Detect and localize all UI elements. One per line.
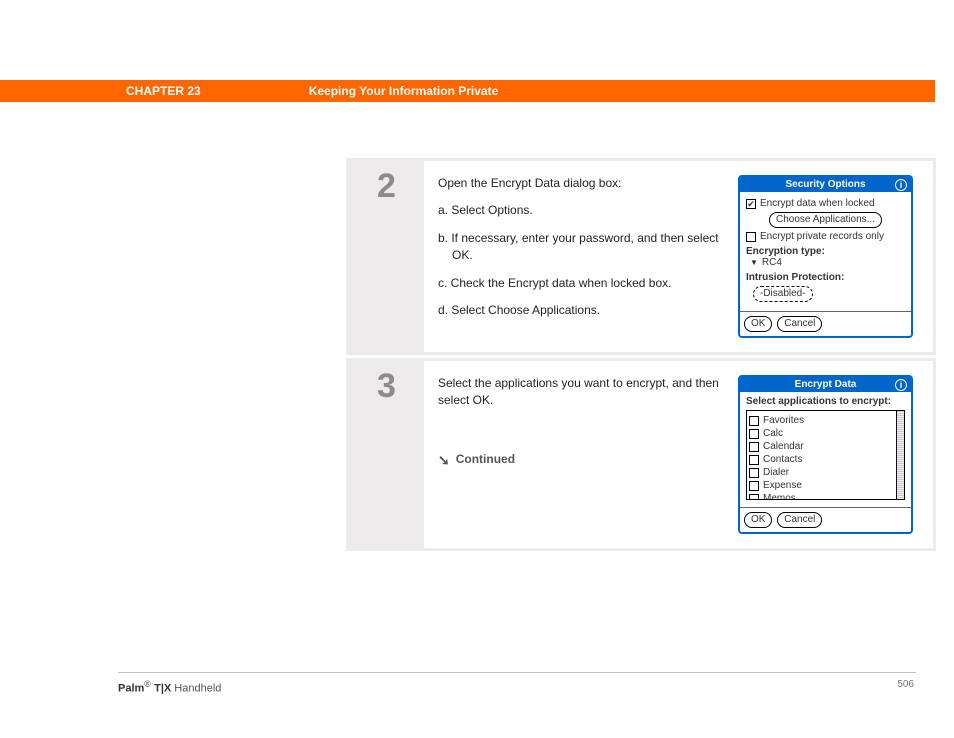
step-intro: Open the Encrypt Data dialog box: [438, 175, 724, 192]
intrusion-value[interactable]: -Disabled- [753, 286, 813, 302]
palm-dialog-security-options: Security Options i ✔ Encrypt data when l… [738, 175, 913, 338]
dialog-title: Security Options [785, 179, 865, 190]
chapter-header-bar: CHAPTER 23 Keeping Your Information Priv… [0, 80, 935, 102]
info-icon[interactable]: i [895, 379, 907, 391]
choose-applications-button[interactable]: Choose Applications... [769, 212, 882, 228]
application-list[interactable]: Favorites Calc Calendar Contacts Dialer … [746, 410, 905, 500]
app-name: Dialer [763, 467, 789, 478]
substep: a. Select Options. [438, 202, 724, 219]
encryption-type-label: Encryption type: [746, 246, 905, 257]
footer-rule [118, 672, 916, 673]
continued-indicator: ➘ Continued [438, 450, 724, 470]
step-body: Select the applications you want to encr… [424, 361, 933, 548]
chevron-down-icon: ▼ [750, 258, 758, 267]
app-name: Calc [763, 428, 783, 439]
cancel-button[interactable]: Cancel [777, 512, 822, 528]
continued-arrow-icon: ➘ [438, 450, 450, 470]
substep: c. Check the Encrypt data when locked bo… [438, 275, 724, 292]
step-intro: Select the applications you want to encr… [438, 375, 724, 410]
checkbox-label: Encrypt private records only [760, 231, 884, 242]
checkbox-private-only[interactable] [746, 232, 756, 242]
app-name: Favorites [763, 415, 804, 426]
info-icon[interactable]: i [895, 179, 907, 191]
app-checkbox[interactable] [749, 416, 759, 426]
app-name: Contacts [763, 454, 802, 465]
scrollbar[interactable] [896, 411, 904, 499]
step-number: 3 [349, 361, 424, 548]
step-3: 3 Select the applications you want to en… [346, 358, 936, 551]
page-number: 506 [897, 679, 914, 690]
select-apps-label: Select applications to encrypt: [746, 396, 905, 407]
app-checkbox[interactable] [749, 442, 759, 452]
ok-button[interactable]: OK [744, 316, 772, 332]
step-2: 2 Open the Encrypt Data dialog box: a. S… [346, 158, 936, 355]
ok-button[interactable]: OK [744, 512, 772, 528]
chapter-title: Keeping Your Information Private [309, 84, 499, 98]
app-name: Expense [763, 480, 802, 491]
checkbox-label: Encrypt data when locked [760, 198, 875, 209]
security-options-dialog-image: Security Options i ✔ Encrypt data when l… [738, 175, 913, 338]
step-text: Open the Encrypt Data dialog box: a. Sel… [438, 175, 724, 338]
app-checkbox[interactable] [749, 494, 759, 501]
dialog-titlebar: Encrypt Data i [740, 377, 911, 392]
app-name: Memos [763, 493, 796, 500]
app-checkbox[interactable] [749, 429, 759, 439]
cancel-button[interactable]: Cancel [777, 316, 822, 332]
app-name: Calendar [763, 441, 804, 452]
step-number: 2 [349, 161, 424, 352]
encryption-type-dropdown[interactable]: ▼ RC4 [750, 257, 782, 268]
app-checkbox[interactable] [749, 455, 759, 465]
checkbox-encrypt-locked[interactable]: ✔ [746, 199, 756, 209]
substep: b. If necessary, enter your password, an… [438, 230, 724, 265]
encryption-type-value: RC4 [762, 257, 782, 268]
app-checkbox[interactable] [749, 468, 759, 478]
steps-container: 2 Open the Encrypt Data dialog box: a. S… [346, 158, 936, 554]
encrypt-data-dialog-image: Encrypt Data i Select applications to en… [738, 375, 913, 534]
substep: d. Select Choose Applications. [438, 302, 724, 319]
continued-label: Continued [456, 451, 515, 468]
dialog-title: Encrypt Data [795, 379, 857, 390]
dialog-titlebar: Security Options i [740, 177, 911, 192]
intrusion-protection-label: Intrusion Protection: [746, 272, 905, 283]
app-checkbox[interactable] [749, 481, 759, 491]
palm-dialog-encrypt-data: Encrypt Data i Select applications to en… [738, 375, 913, 534]
step-text: Select the applications you want to encr… [438, 375, 724, 534]
footer-product: Palm® T|X Handheld [118, 679, 221, 695]
chapter-label: CHAPTER 23 [126, 84, 201, 98]
step-body: Open the Encrypt Data dialog box: a. Sel… [424, 161, 933, 352]
